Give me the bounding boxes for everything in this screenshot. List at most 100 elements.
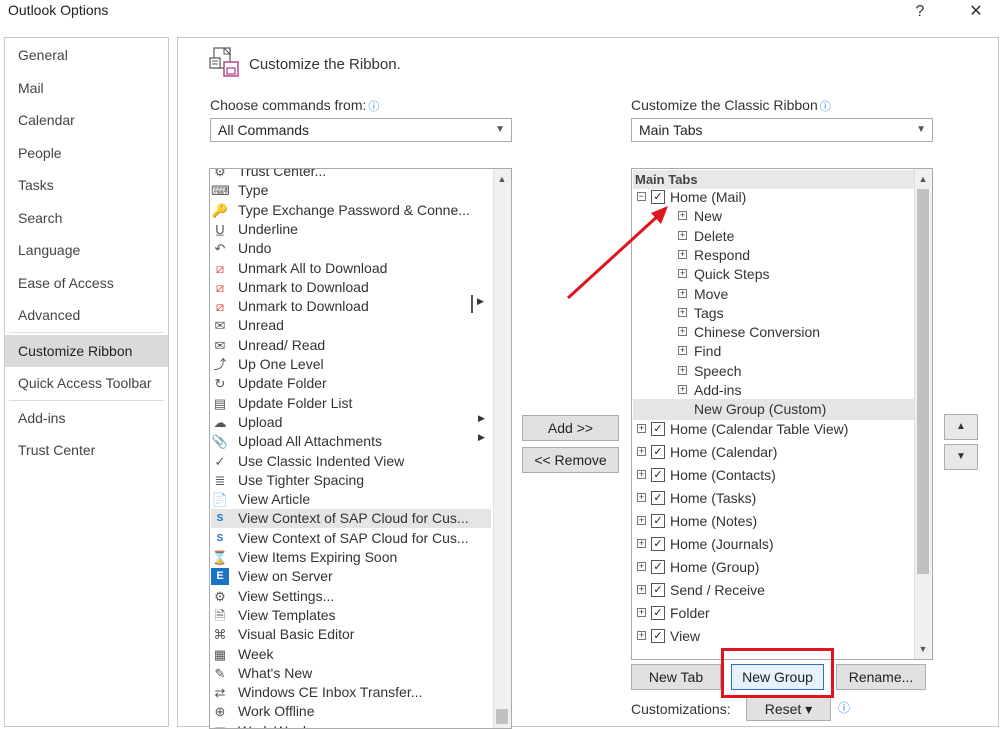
tree-tab-item[interactable]: + ✓ Home (Tasks) bbox=[633, 488, 914, 509]
scroll-thumb[interactable] bbox=[496, 709, 508, 724]
tree-tab-item[interactable]: + ✓ Home (Contacts) bbox=[633, 465, 914, 486]
expand-icon[interactable]: + bbox=[637, 492, 646, 502]
reset-button[interactable]: Reset ▾ bbox=[746, 697, 831, 721]
command-row[interactable]: ⤴ Up One Level bbox=[211, 355, 491, 374]
command-row[interactable]: 🔑 Type Exchange Password & Conne... bbox=[211, 201, 491, 220]
tab-checkbox[interactable]: ✓ bbox=[651, 559, 665, 574]
expand-icon[interactable]: + bbox=[637, 538, 646, 548]
expand-icon[interactable]: + bbox=[637, 423, 646, 433]
expand-icon[interactable]: + bbox=[637, 584, 646, 594]
nav-item-language[interactable]: Language bbox=[5, 235, 168, 265]
command-row[interactable]: ⌨ Type bbox=[211, 181, 491, 200]
expand-icon[interactable]: + bbox=[678, 346, 687, 356]
command-row[interactable]: ↶ Undo bbox=[211, 239, 491, 258]
nav-item-advanced[interactable]: Advanced bbox=[5, 300, 168, 330]
nav-item-general[interactable]: General bbox=[5, 40, 168, 70]
tree-group-item[interactable]: + Chinese Conversion bbox=[633, 322, 914, 343]
command-row[interactable]: 📎 Upload All Attachments bbox=[211, 432, 491, 451]
tree-tab-item[interactable]: + ✓ Home (Calendar Table View) bbox=[633, 419, 914, 440]
tab-checkbox[interactable]: ✓ bbox=[651, 467, 665, 482]
tab-checkbox[interactable]: ✓ bbox=[651, 536, 665, 551]
command-row[interactable]: S View Context of SAP Cloud for Cus... bbox=[211, 529, 491, 548]
command-row[interactable]: ✉ Unread bbox=[211, 316, 491, 335]
tree-tab-item[interactable]: + ✓ Home (Notes) bbox=[633, 511, 914, 532]
command-row[interactable]: ⧄ Unmark All to Download bbox=[211, 259, 491, 278]
move-up-button[interactable]: ▲ bbox=[944, 414, 978, 440]
nav-item-mail[interactable]: Mail bbox=[5, 73, 168, 103]
tree-tab-item[interactable]: + ✓ Home (Calendar) bbox=[633, 442, 914, 463]
expand-icon[interactable]: + bbox=[637, 561, 646, 571]
choose-commands-dropdown[interactable]: All Commands ▼ bbox=[210, 118, 512, 142]
nav-item-add-ins[interactable]: Add-ins bbox=[5, 403, 168, 433]
tab-checkbox[interactable]: ✓ bbox=[651, 444, 665, 459]
tree-scrollbar[interactable]: ▲ ▼ bbox=[914, 169, 932, 659]
nav-item-customize-ribbon[interactable]: Customize Ribbon bbox=[5, 335, 168, 367]
tab-checkbox[interactable]: ✓ bbox=[651, 605, 665, 620]
command-row[interactable]: U̲ Underline bbox=[211, 220, 491, 239]
tree-tab-item[interactable]: + ✓ Folder bbox=[633, 603, 914, 624]
expand-icon[interactable]: + bbox=[637, 630, 646, 640]
info-icon[interactable]: ⓘ bbox=[820, 101, 831, 113]
tree-group-item[interactable]: + Find bbox=[633, 341, 914, 362]
command-row[interactable]: ⇄ Windows CE Inbox Transfer... bbox=[211, 683, 491, 702]
scroll-up-icon[interactable]: ▲ bbox=[915, 171, 931, 187]
command-row[interactable]: ▦ Work Week bbox=[211, 722, 491, 728]
tab-checkbox[interactable]: ✓ bbox=[651, 513, 665, 528]
commands-list[interactable]: ⚙ Trust Center... ⌨ Type 🔑 Type Exchange Pass… bbox=[209, 168, 512, 729]
expand-icon[interactable]: + bbox=[637, 607, 646, 617]
nav-item-tasks[interactable]: Tasks bbox=[5, 170, 168, 200]
tab-checkbox[interactable]: ✓ bbox=[651, 628, 665, 643]
commands-scrollbar[interactable]: ▲ bbox=[493, 169, 511, 728]
expand-icon[interactable]: + bbox=[637, 446, 646, 456]
command-row[interactable]: ⌘ Visual Basic Editor bbox=[211, 625, 491, 644]
customize-ribbon-dropdown[interactable]: Main Tabs ▼ bbox=[631, 118, 933, 142]
tab-checkbox[interactable]: ✓ bbox=[651, 582, 665, 597]
expand-icon[interactable]: + bbox=[678, 307, 687, 317]
scroll-up-icon[interactable]: ▲ bbox=[494, 171, 510, 187]
command-row[interactable]: ✎ What's New bbox=[211, 664, 491, 683]
tab-checkbox[interactable]: ✓ bbox=[651, 421, 665, 436]
add-button[interactable]: Add >> bbox=[522, 415, 619, 441]
command-row[interactable]: ▤ Update Folder List bbox=[211, 394, 491, 413]
nav-item-quick-access-toolbar[interactable]: Quick Access Toolbar bbox=[5, 368, 168, 398]
command-row[interactable]: ≣ Use Tighter Spacing bbox=[211, 471, 491, 490]
tree-group-item[interactable]: + Add-ins bbox=[633, 380, 914, 401]
command-row[interactable]: ↻ Update Folder bbox=[211, 374, 491, 393]
tree-group-item[interactable]: New Group (Custom) bbox=[633, 399, 914, 421]
command-row[interactable]: 🗎 View Templates bbox=[211, 606, 491, 625]
new-tab-button[interactable]: New Tab bbox=[631, 664, 721, 690]
remove-button[interactable]: << Remove bbox=[522, 447, 619, 473]
tree-tab-item[interactable]: + ✓ Send / Receive bbox=[633, 580, 914, 601]
expand-icon[interactable]: + bbox=[678, 327, 687, 337]
close-button[interactable]: ✕ bbox=[961, 0, 991, 26]
move-down-button[interactable]: ▼ bbox=[944, 444, 978, 470]
command-row[interactable]: ✓ Use Classic Indented View bbox=[211, 452, 491, 471]
nav-item-calendar[interactable]: Calendar bbox=[5, 105, 168, 135]
expand-icon[interactable]: + bbox=[678, 365, 687, 375]
info-icon[interactable]: ⓘ bbox=[838, 699, 850, 716]
command-row[interactable]: ⧄ Unmark to Download bbox=[211, 278, 491, 297]
command-row[interactable]: ⚙ View Settings... bbox=[211, 587, 491, 606]
scroll-thumb[interactable] bbox=[917, 189, 929, 574]
nav-item-people[interactable]: People bbox=[5, 138, 168, 168]
tree-group-item[interactable]: + Tags bbox=[633, 303, 914, 324]
command-row[interactable]: ⌛ View Items Expiring Soon bbox=[211, 548, 491, 567]
command-row[interactable]: 📄 View Article bbox=[211, 490, 491, 509]
tree-tab-item[interactable]: + ✓ Home (Group) bbox=[633, 557, 914, 578]
tab-checkbox[interactable]: ✓ bbox=[651, 490, 665, 505]
expand-icon[interactable]: + bbox=[637, 469, 646, 479]
nav-item-search[interactable]: Search bbox=[5, 203, 168, 233]
expand-icon[interactable]: + bbox=[678, 385, 687, 394]
tree-tab-item[interactable]: + ✓ View bbox=[633, 626, 914, 647]
scroll-down-icon[interactable]: ▼ bbox=[915, 641, 931, 657]
info-icon[interactable]: ⓘ bbox=[368, 101, 379, 113]
command-row[interactable]: ☁ Upload bbox=[211, 413, 491, 432]
command-row[interactable]: ⧄ Unmark to Download bbox=[211, 297, 491, 316]
help-button[interactable]: ? bbox=[905, 0, 935, 26]
nav-item-ease-of-access[interactable]: Ease of Access bbox=[5, 268, 168, 298]
command-row[interactable]: ⊕ Work Offline bbox=[211, 702, 491, 721]
command-row[interactable]: ⚙ Trust Center... bbox=[211, 169, 491, 181]
tree-group-item[interactable]: + Speech bbox=[633, 361, 914, 382]
expand-icon[interactable]: + bbox=[637, 515, 646, 525]
command-row[interactable]: S View Context of SAP Cloud for Cus... bbox=[211, 509, 491, 529]
